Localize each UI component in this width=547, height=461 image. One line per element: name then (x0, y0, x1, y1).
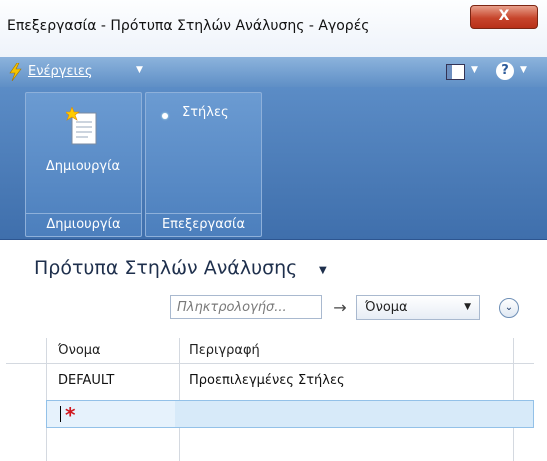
search-input[interactable]: Πληκτρολογήσ... (170, 295, 322, 319)
ribbon-group-edit: Στήλες Επεξεργασία (145, 92, 262, 237)
actions-menu[interactable]: Ενέργειες (28, 64, 93, 79)
page-title[interactable]: Πρότυπα Στηλών Ανάλυσης (34, 257, 297, 279)
column-header-name[interactable]: Όνομα (58, 343, 101, 358)
actions-bar: Ενέργειες ▼ ▼ ? ▼ (0, 57, 547, 87)
layout-icon[interactable] (446, 64, 465, 80)
columns-icon[interactable] (162, 113, 168, 119)
table-cell-name[interactable]: DEFAULT (58, 373, 114, 388)
new-document-icon[interactable] (66, 107, 98, 145)
ribbon-group-label: Επεξεργασία (146, 213, 261, 236)
chevron-down-icon[interactable]: ▼ (471, 65, 478, 75)
columns-button[interactable]: Στήλες (182, 105, 229, 120)
filter-field-value: Όνομα (365, 300, 408, 315)
ribbon: Δημιουργία Δημιουργία Στήλες Επεξεργασία (0, 87, 547, 240)
new-table-row[interactable]: * (46, 400, 534, 428)
text-cursor (60, 406, 61, 422)
chevron-down-icon[interactable]: ▼ (319, 265, 327, 276)
chevron-down-icon[interactable]: ▼ (520, 65, 527, 75)
ribbon-group-label: Δημιουργία (26, 213, 141, 236)
title-bar: Επεξεργασία - Πρότυπα Στηλών Ανάλυσης - … (0, 0, 547, 58)
filter-field-select[interactable]: Όνομα ▼ (356, 295, 480, 320)
help-icon[interactable]: ? (496, 62, 514, 80)
new-button[interactable]: Δημιουργία (34, 157, 132, 177)
lightning-icon (9, 63, 22, 81)
chevron-down-icon[interactable]: ▼ (464, 296, 471, 319)
expand-filter-button[interactable]: ⌄ (499, 298, 519, 318)
column-header-description[interactable]: Περιγραφή (189, 343, 260, 358)
arrow-right-icon[interactable]: → (330, 298, 350, 318)
table-cell-description[interactable]: Προεπιλεγμένες Στήλες (189, 373, 345, 388)
close-button[interactable]: X (470, 5, 538, 29)
chevron-down-icon[interactable]: ▼ (136, 65, 143, 75)
window-title: Επεξεργασία - Πρότυπα Στηλών Ανάλυσης - … (7, 18, 370, 34)
required-marker: * (65, 403, 76, 427)
grid-line (6, 363, 534, 364)
ribbon-group-create: Δημιουργία Δημιουργία (25, 92, 142, 237)
new-row-name-cell[interactable]: * (47, 401, 175, 427)
